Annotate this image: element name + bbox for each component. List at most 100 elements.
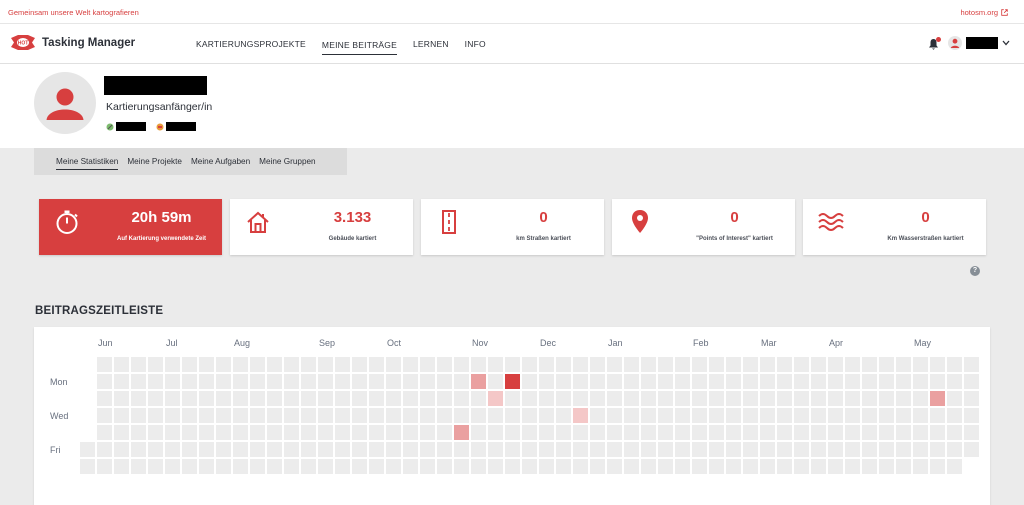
timeline-day-cell[interactable] [879,374,894,389]
timeline-day-cell[interactable] [369,357,384,372]
timeline-day-cell[interactable] [199,357,214,372]
timeline-day-cell[interactable] [386,442,401,457]
timeline-day-cell[interactable] [522,374,537,389]
timeline-day-cell[interactable] [267,442,282,457]
home-logo-link[interactable]: HOT Tasking Manager [10,34,135,51]
profile-tab-2[interactable]: Meine Aufgaben [191,154,250,169]
timeline-day-cell[interactable] [97,374,112,389]
timeline-day-cell[interactable] [284,408,299,423]
timeline-day-cell[interactable] [607,391,622,406]
timeline-day-cell[interactable] [794,408,809,423]
timeline-day-cell[interactable] [318,408,333,423]
timeline-day-cell[interactable] [828,357,843,372]
timeline-day-cell[interactable] [607,425,622,440]
timeline-day-cell[interactable] [216,442,231,457]
timeline-day-cell[interactable] [182,391,197,406]
timeline-day-cell[interactable] [403,442,418,457]
timeline-day-cell[interactable] [437,442,452,457]
timeline-day-cell[interactable] [505,391,520,406]
timeline-day-cell[interactable] [896,391,911,406]
timeline-day-cell[interactable] [386,408,401,423]
timeline-day-cell[interactable] [794,459,809,474]
timeline-day-cell[interactable] [420,357,435,372]
timeline-day-cell[interactable] [386,357,401,372]
timeline-day-cell[interactable] [641,459,656,474]
timeline-day-cell[interactable] [233,459,248,474]
timeline-day-cell[interactable] [267,391,282,406]
timeline-day-cell[interactable] [267,374,282,389]
timeline-day-cell[interactable] [318,391,333,406]
hotosm-link[interactable]: hotosm.org [960,8,1008,17]
timeline-day-cell[interactable] [811,408,826,423]
timeline-day-cell[interactable] [437,408,452,423]
timeline-day-cell[interactable] [420,425,435,440]
timeline-day-cell[interactable] [709,442,724,457]
timeline-day-cell[interactable] [471,357,486,372]
timeline-day-cell[interactable] [675,374,690,389]
timeline-day-cell[interactable] [777,442,792,457]
timeline-day-cell[interactable] [267,357,282,372]
timeline-day-cell[interactable] [114,459,129,474]
timeline-day-cell[interactable] [879,459,894,474]
timeline-day-cell[interactable] [607,374,622,389]
timeline-day-cell[interactable] [624,425,639,440]
timeline-day-cell[interactable] [505,442,520,457]
timeline-day-cell[interactable] [522,408,537,423]
timeline-day-cell[interactable] [811,357,826,372]
timeline-day-cell[interactable] [97,391,112,406]
timeline-day-cell[interactable] [947,357,962,372]
timeline-day-cell[interactable] [845,391,860,406]
timeline-day-cell[interactable] [930,374,945,389]
timeline-day-cell[interactable] [539,442,554,457]
timeline-day-cell[interactable] [845,459,860,474]
timeline-day-cell[interactable] [947,425,962,440]
timeline-day-cell[interactable] [828,425,843,440]
timeline-day-cell[interactable] [845,374,860,389]
timeline-day-cell[interactable] [403,357,418,372]
timeline-day-cell[interactable] [505,425,520,440]
timeline-day-cell[interactable] [709,374,724,389]
osm-profile-link[interactable] [106,122,146,131]
timeline-day-cell[interactable] [165,391,180,406]
timeline-day-cell[interactable] [335,391,350,406]
timeline-day-cell[interactable] [420,459,435,474]
timeline-day-cell[interactable] [420,374,435,389]
timeline-day-cell[interactable] [165,374,180,389]
timeline-day-cell[interactable] [539,459,554,474]
timeline-day-cell[interactable] [726,408,741,423]
timeline-day-cell[interactable] [488,391,503,406]
timeline-day-cell[interactable] [658,442,673,457]
timeline-day-cell[interactable] [845,408,860,423]
timeline-day-cell[interactable] [471,374,486,389]
timeline-day-cell[interactable] [692,357,707,372]
timeline-day-cell[interactable] [590,391,605,406]
timeline-day-cell[interactable] [709,425,724,440]
timeline-day-cell[interactable] [675,357,690,372]
timeline-day-cell[interactable] [182,425,197,440]
timeline-day-cell[interactable] [692,374,707,389]
timeline-day-cell[interactable] [437,459,452,474]
timeline-day-cell[interactable] [488,459,503,474]
timeline-day-cell[interactable] [777,357,792,372]
timeline-day-cell[interactable] [709,391,724,406]
timeline-day-cell[interactable] [454,442,469,457]
timeline-day-cell[interactable] [947,408,962,423]
timeline-day-cell[interactable] [692,391,707,406]
timeline-day-cell[interactable] [743,374,758,389]
timeline-day-cell[interactable] [199,374,214,389]
timeline-day-cell[interactable] [284,442,299,457]
timeline-day-cell[interactable] [964,374,979,389]
timeline-day-cell[interactable] [641,357,656,372]
timeline-day-cell[interactable] [743,408,758,423]
timeline-day-cell[interactable] [675,459,690,474]
timeline-day-cell[interactable] [505,374,520,389]
timeline-day-cell[interactable] [403,374,418,389]
timeline-day-cell[interactable] [148,459,163,474]
nav-link-3[interactable]: INFO [465,33,486,55]
timeline-day-cell[interactable] [471,408,486,423]
timeline-day-cell[interactable] [573,408,588,423]
timeline-day-cell[interactable] [607,408,622,423]
timeline-day-cell[interactable] [403,425,418,440]
timeline-day-cell[interactable] [862,391,877,406]
timeline-day-cell[interactable] [318,459,333,474]
